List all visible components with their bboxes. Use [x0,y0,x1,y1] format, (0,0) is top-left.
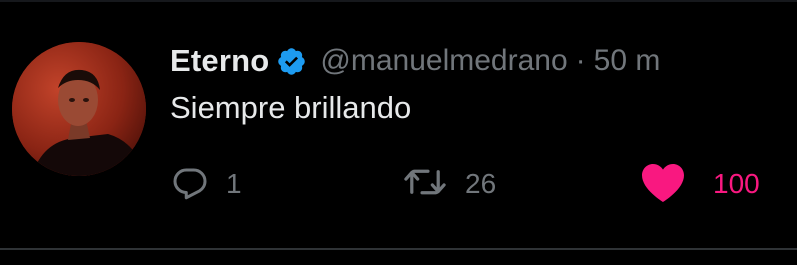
like-button[interactable]: 100 [639,162,760,206]
separator-dot: · [575,44,586,77]
timestamp[interactable]: 50 m [594,44,661,78]
tweet[interactable]: Eterno @manuelmedrano · 50 m Siempre bri… [0,0,797,248]
avatar[interactable] [12,42,146,176]
heart-icon [639,161,687,208]
tweet-text: Siempre brillando [170,90,412,125]
verified-badge-icon [276,46,307,77]
retweet-icon [403,164,447,205]
tweet-header: Eterno @manuelmedrano · 50 m [170,38,660,84]
display-name[interactable]: Eterno [170,43,269,79]
reply-button[interactable]: 1 [172,162,242,206]
like-count: 100 [713,168,760,199]
bottom-divider [0,248,797,250]
user-handle[interactable]: @manuelmedrano [320,44,567,78]
reply-count: 1 [226,168,242,199]
retweet-button[interactable]: 26 [403,162,496,206]
retweet-count: 26 [465,168,497,199]
reply-icon [172,164,208,205]
